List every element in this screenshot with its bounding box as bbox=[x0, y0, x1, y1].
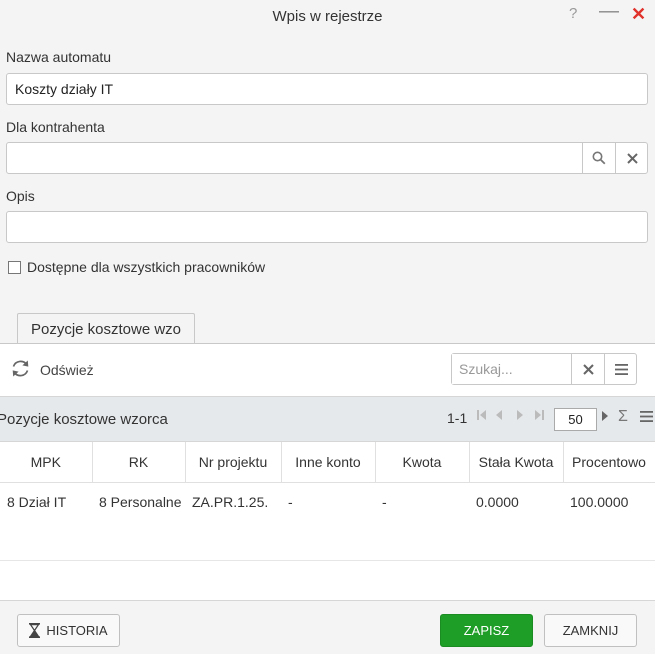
sigma-icon[interactable]: Σ bbox=[618, 408, 628, 426]
dialog-footer: HISTORIA ZAPISZ ZAMKNIJ bbox=[0, 600, 655, 654]
grid-bottom-divider bbox=[0, 560, 655, 561]
cell-mpk: 8 Dział IT bbox=[7, 493, 67, 510]
help-icon[interactable]: ? bbox=[569, 5, 577, 22]
contractor-label: Dla kontrahenta bbox=[6, 119, 105, 135]
clear-icon[interactable] bbox=[615, 143, 648, 173]
cell-project: ZA.PR.1.25. bbox=[192, 493, 269, 510]
available-checkbox-row[interactable]: Dostępne dla wszystkich pracowników bbox=[8, 259, 265, 275]
grid-search bbox=[451, 353, 637, 385]
cell-fixed-amount: 0.0000 bbox=[476, 493, 519, 510]
contractor-input[interactable] bbox=[7, 143, 582, 173]
cell-amount: - bbox=[382, 493, 387, 510]
available-label: Dostępne dla wszystkich pracowników bbox=[27, 259, 266, 275]
page-size-dropdown-icon[interactable] bbox=[601, 410, 609, 425]
refresh-button[interactable]: Odśwież bbox=[10, 358, 94, 382]
grid-menu-icon[interactable] bbox=[640, 409, 653, 426]
minimize-icon[interactable]: — bbox=[599, 0, 619, 23]
window-title: Wpis w rejestrze bbox=[272, 8, 383, 25]
description-label: Opis bbox=[6, 188, 35, 204]
cost-positions-table: MPK RK Nr projektu Inne konto Kwota Stał… bbox=[0, 442, 655, 521]
name-input[interactable] bbox=[7, 74, 647, 104]
last-page-icon[interactable] bbox=[534, 409, 545, 424]
page-size-input[interactable]: 50 bbox=[554, 408, 597, 431]
save-button[interactable]: ZAPISZ bbox=[440, 614, 533, 647]
table-row[interactable]: 8 Dział IT 8 Personalne ZA.PR.1.25. - - … bbox=[0, 482, 655, 521]
column-header-mpk[interactable]: MPK bbox=[0, 442, 93, 483]
cell-other-account: - bbox=[288, 493, 293, 510]
refresh-label: Odśwież bbox=[40, 362, 94, 378]
close-icon[interactable]: ✕ bbox=[631, 4, 646, 25]
refresh-icon bbox=[10, 358, 31, 382]
grid-title: Pozycje kosztowe wzorca bbox=[0, 411, 168, 428]
cost-positions-panel: Odśwież Pozycje kosztowe wzorca 1-1 50 Σ bbox=[0, 344, 655, 600]
title-bar: Wpis w rejestrze ? — ✕ bbox=[0, 0, 655, 34]
column-header-amount[interactable]: Kwota bbox=[375, 442, 470, 483]
column-header-other-account[interactable]: Inne konto bbox=[281, 442, 376, 483]
table-header-row: MPK RK Nr projektu Inne konto Kwota Stał… bbox=[0, 442, 655, 483]
cell-percent: 100.0000 bbox=[570, 493, 629, 510]
history-label: HISTORIA bbox=[46, 623, 108, 638]
close-button[interactable]: ZAMKNIJ bbox=[544, 614, 637, 647]
next-page-icon[interactable] bbox=[516, 409, 524, 424]
history-button[interactable]: HISTORIA bbox=[17, 614, 120, 647]
grid-toolbar: Pozycje kosztowe wzorca 1-1 50 Σ bbox=[0, 396, 655, 442]
column-header-fixed-amount[interactable]: Stała Kwota bbox=[469, 442, 564, 483]
search-input[interactable] bbox=[452, 354, 570, 384]
description-input[interactable] bbox=[7, 212, 647, 242]
pager-range: 1-1 bbox=[447, 410, 468, 426]
prev-page-icon[interactable] bbox=[495, 409, 503, 424]
available-checkbox[interactable] bbox=[8, 260, 21, 274]
column-header-percent[interactable]: Procentowo bbox=[563, 442, 655, 483]
contractor-field bbox=[6, 142, 648, 174]
search-clear-icon[interactable] bbox=[571, 354, 604, 384]
name-field bbox=[6, 73, 648, 105]
name-label: Nazwa automatu bbox=[6, 49, 112, 65]
menu-icon[interactable] bbox=[604, 354, 637, 384]
column-header-project[interactable]: Nr projektu bbox=[185, 442, 282, 483]
column-header-rk[interactable]: RK bbox=[92, 442, 186, 483]
hourglass-icon bbox=[29, 623, 41, 638]
tab-cost-positions[interactable]: Pozycje kosztowe wzo bbox=[17, 313, 195, 344]
description-field bbox=[6, 211, 648, 243]
search-icon[interactable] bbox=[582, 143, 615, 173]
cell-rk: 8 Personalne bbox=[99, 493, 182, 510]
first-page-icon[interactable] bbox=[476, 409, 487, 424]
